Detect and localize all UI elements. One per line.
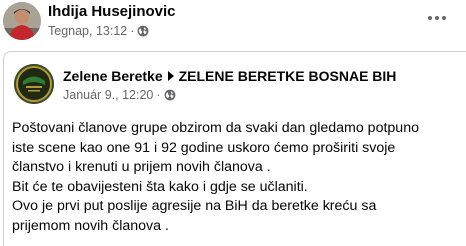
globe-icon: [164, 89, 176, 101]
page-avatar[interactable]: [14, 64, 54, 104]
dot: [435, 16, 439, 20]
text-line: Ovo je prvi put poslije agresije na BiH …: [12, 198, 377, 214]
text-line: Poštovani članove grupe obzirom da svaki…: [12, 120, 419, 136]
facebook-post: Ihdija Husejinovic Tegnap, 13:12 · Zelen…: [0, 0, 466, 246]
text-line: članstvo i krenuti u prijem novih članov…: [12, 159, 271, 175]
text-line: iste scene kao one 91 i 92 godine uskoro…: [12, 139, 396, 156]
post-meta: Tegnap, 13:12 ·: [48, 24, 149, 38]
shared-post-meta: Január 9., 12:20 ·: [63, 88, 176, 102]
shared-post-header: Zelene Beretke ZELENE BERETKE BOSNAE BIH: [63, 68, 396, 84]
globe-icon: [137, 25, 149, 37]
group-name[interactable]: ZELENE BERETKE BOSNAE BIH: [179, 68, 397, 84]
text-line: Bit će te obavijesteni šta kako i gdje s…: [12, 178, 308, 195]
more-options-icon[interactable]: [424, 8, 450, 28]
meta-separator: ·: [130, 24, 135, 38]
author-avatar[interactable]: [3, 2, 41, 40]
triangle-right-icon: [167, 71, 174, 81]
post-timestamp[interactable]: Tegnap, 13:12: [48, 24, 127, 38]
meta-separator: ·: [156, 88, 161, 102]
text-line: prijemom novih članova .: [12, 217, 169, 234]
dot: [442, 16, 446, 20]
dot: [428, 16, 432, 20]
post-body-text: Poštovani članove grupe obzirom da svaki…: [12, 119, 462, 236]
shared-post-timestamp[interactable]: Január 9., 12:20: [63, 88, 153, 102]
author-name[interactable]: Ihdija Husejinovic: [48, 3, 176, 20]
page-name[interactable]: Zelene Beretke: [63, 68, 163, 84]
shared-post-card: Zelene Beretke ZELENE BERETKE BOSNAE BIH…: [3, 51, 466, 246]
